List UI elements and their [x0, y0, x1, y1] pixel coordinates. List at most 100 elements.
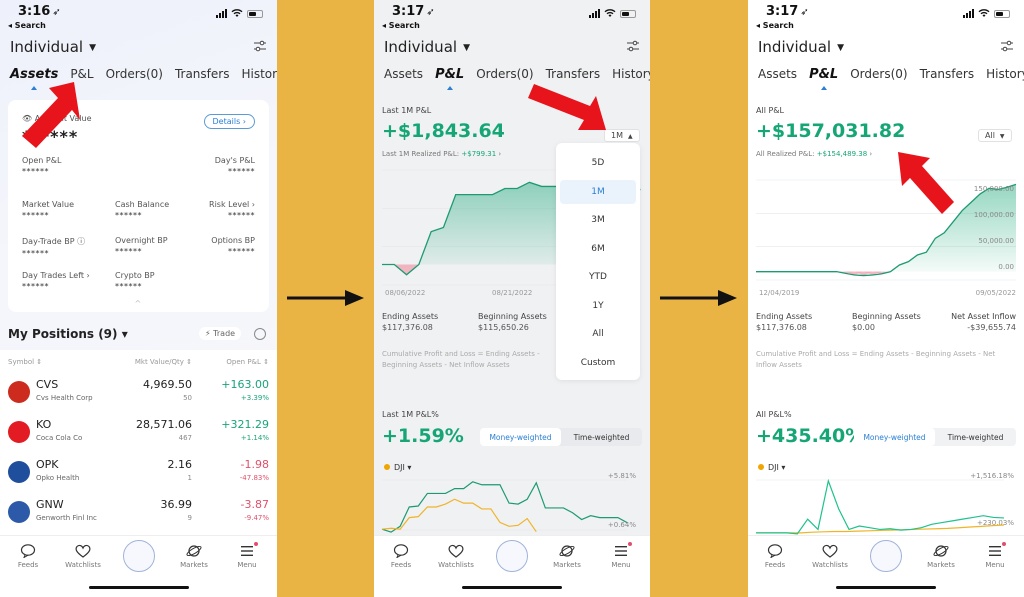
tab-assets[interactable]: Assets [384, 67, 423, 82]
benchmark-selector[interactable]: DJI ▾ [758, 463, 785, 472]
account-selector[interactable]: Individual ▼ [10, 38, 96, 56]
tab-history[interactable]: History [612, 67, 650, 82]
tab-assets[interactable]: Assets [758, 67, 797, 82]
account-selector[interactable]: Individual ▼ [384, 38, 470, 56]
tab-transfers[interactable]: Transfers [920, 67, 975, 82]
nav-watchlists[interactable]: Watchlists [431, 544, 481, 569]
position-mkt-value: 4,969.50 [143, 378, 192, 391]
position-open-pl: +321.29 [221, 418, 269, 431]
positions-title[interactable]: My Positions (9) ▾ [8, 327, 128, 341]
home-logo-button[interactable] [496, 540, 528, 572]
beginning-assets: Beginning Assets $115,650.26 [478, 312, 547, 332]
tab-history[interactable]: History [241, 67, 277, 82]
status-time: 3:17 ➶ [766, 4, 809, 19]
notification-dot [628, 542, 632, 546]
position-row[interactable]: KO Coca Cola Co 28,571.06 467 +321.29 +1.14% [0, 418, 277, 458]
pl-all-area-chart [756, 179, 1017, 281]
back-to-search[interactable]: ◂ Search [382, 21, 420, 30]
range-option-custom[interactable]: Custom [560, 351, 636, 375]
chat-bubble-icon [20, 544, 36, 558]
nav-watchlists[interactable]: Watchlists [805, 544, 855, 569]
status-time: 3:16 ➶ [18, 4, 61, 19]
position-row[interactable]: GNW Genworth Finl Inc 36.99 9 -3.87 -9.47% [0, 498, 277, 538]
range-option-3m[interactable]: 3M [560, 208, 636, 232]
planet-icon [933, 545, 949, 557]
money-weighted-tab[interactable]: Money-weighted [480, 428, 561, 446]
column-symbol[interactable]: Symbol ⇕ [8, 358, 42, 366]
home-logo-button[interactable] [870, 540, 902, 572]
options-bp-field: Options BP ****** [211, 236, 255, 256]
tab-orders[interactable]: Orders(0) [106, 67, 163, 82]
range-selector[interactable]: 1M ▲ [604, 129, 640, 142]
range-dropdown: 5D 1M 3M 6M YTD 1Y All Custom [556, 143, 640, 380]
range-option-1y[interactable]: 1Y [560, 294, 636, 318]
trade-button[interactable]: ⚡ Trade [199, 327, 242, 340]
tab-orders[interactable]: Orders(0) [850, 67, 907, 82]
details-button[interactable]: Details › [203, 114, 255, 129]
nav-markets[interactable]: Markets [542, 544, 592, 569]
range-option-1m[interactable]: 1M [560, 179, 636, 204]
range-option-all[interactable]: All [560, 322, 636, 346]
position-row[interactable]: OPK Opko Health 2.16 1 -1.98 -47.83% [0, 458, 277, 498]
filter-settings-icon[interactable] [1000, 40, 1014, 52]
position-qty: 467 [178, 434, 192, 442]
nav-markets[interactable]: Markets [916, 544, 966, 569]
range-option-5d[interactable]: 5D [560, 151, 636, 175]
tab-pl[interactable]: P&L [70, 67, 93, 82]
nav-feeds[interactable]: Feeds [3, 544, 53, 569]
back-to-search[interactable]: ◂ Search [8, 21, 46, 30]
filter-settings-icon[interactable] [626, 40, 640, 52]
nav-feeds[interactable]: Feeds [376, 544, 426, 569]
tab-transfers[interactable]: Transfers [175, 67, 230, 82]
collapse-icon[interactable]: ^ [135, 299, 142, 308]
tab-pl[interactable]: P&L [435, 67, 464, 90]
column-open-pl[interactable]: Open P&L ⇕ [226, 358, 269, 366]
position-name: Opko Health [36, 474, 80, 482]
position-name: Genworth Finl Inc [36, 514, 97, 522]
ending-assets: Ending Assets $117,376.08 [756, 312, 813, 332]
account-tabs: Assets P&L Orders(0) Transfers History D… [10, 67, 277, 90]
account-selector[interactable]: Individual ▼ [758, 38, 844, 56]
home-logo-button[interactable] [122, 540, 155, 572]
heart-icon [822, 544, 838, 558]
nav-menu[interactable]: Menu [596, 542, 646, 569]
battery-icon [994, 9, 1010, 18]
nav-menu[interactable]: Menu [222, 542, 272, 569]
position-qty: 1 [187, 474, 192, 482]
tab-history[interactable]: History [986, 67, 1024, 82]
signal-icon [216, 9, 227, 18]
range-option-6m[interactable]: 6M [560, 237, 636, 261]
tab-transfers[interactable]: Transfers [546, 67, 601, 82]
position-mkt-value: 2.16 [167, 458, 193, 471]
pl-pct-line-chart [381, 479, 628, 533]
chat-bubble-icon [393, 544, 409, 558]
filter-settings-icon[interactable] [253, 40, 267, 52]
positions-table: Symbol ⇕ Mkt Value/Qty ⇕ Open P&L ⇕ CVS C… [0, 350, 277, 535]
realized-pl[interactable]: Last 1M Realized P&L: +$799.31 › [382, 150, 501, 158]
position-open-pl-pct: +3.39% [240, 394, 269, 402]
cash-balance-field: Cash Balance ****** [115, 200, 170, 220]
tab-orders[interactable]: Orders(0) [476, 67, 533, 82]
money-weighted-tab[interactable]: Money-weighted [854, 428, 935, 446]
nav-feeds[interactable]: Feeds [750, 544, 800, 569]
range-option-ytd[interactable]: YTD [560, 265, 636, 289]
nav-watchlists[interactable]: Watchlists [58, 544, 108, 569]
nav-markets[interactable]: Markets [169, 544, 219, 569]
risk-level-field[interactable]: Risk Level › ****** [209, 200, 255, 220]
nav-menu[interactable]: Menu [970, 542, 1020, 569]
position-row[interactable]: CVS Cvs Health Corp 4,969.50 50 +163.00 +3.39… [0, 378, 277, 418]
status-time: 3:17 ➶ [392, 4, 435, 19]
tab-assets[interactable]: Assets [10, 67, 58, 90]
time-weighted-tab[interactable]: Time-weighted [935, 428, 1016, 446]
positions-settings-icon[interactable] [254, 328, 266, 340]
benchmark-selector[interactable]: DJI ▾ [384, 463, 411, 472]
position-symbol: KO [36, 418, 52, 431]
tab-pl[interactable]: P&L [809, 67, 838, 90]
column-mkt-value[interactable]: Mkt Value/Qty ⇕ [135, 358, 192, 366]
back-to-search[interactable]: ◂ Search [756, 21, 794, 30]
time-weighted-tab[interactable]: Time-weighted [561, 428, 642, 446]
day-trades-left-field[interactable]: Day Trades Left › ****** [22, 271, 90, 291]
range-selector[interactable]: All ▼ [978, 129, 1012, 142]
realized-pl[interactable]: All Realized P&L: +$154,489.38 › [756, 150, 872, 158]
x-axis-mid-date: 08/21/2022 [492, 289, 533, 297]
